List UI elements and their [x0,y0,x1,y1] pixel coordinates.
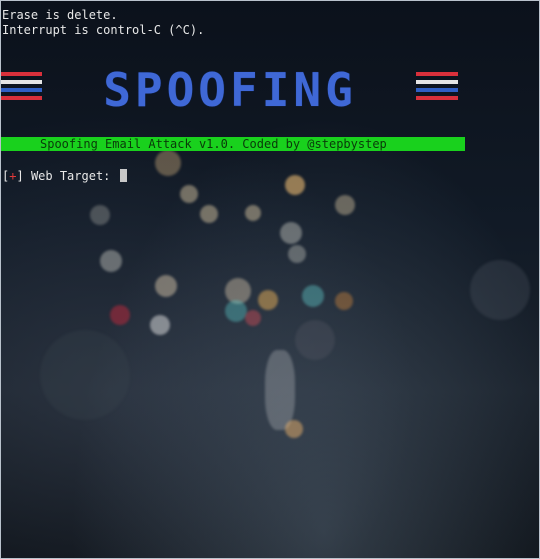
banner-stripes-right [416,72,458,108]
status-bar-text: Spoofing Email Attack v1.0. Coded by @st… [40,137,387,151]
terminal-window[interactable]: Erase is delete. Interrupt is control-C … [0,0,540,559]
terminal-output-line: Erase is delete. [2,8,118,22]
terminal-output-line: Interrupt is control-C (^C). [2,23,205,37]
version-status-bar: Spoofing Email Attack v1.0. Coded by @st… [0,137,465,151]
ascii-banner: SPOOFING [0,62,460,117]
text-cursor [119,169,127,182]
banner-title: SPOOFING [103,62,357,117]
web-target-prompt[interactable]: [+] Web Target: [2,169,127,184]
prompt-label: Web Target: [30,169,111,183]
banner-stripes-left [0,72,42,108]
prompt-bracket-close: ] [16,169,24,183]
